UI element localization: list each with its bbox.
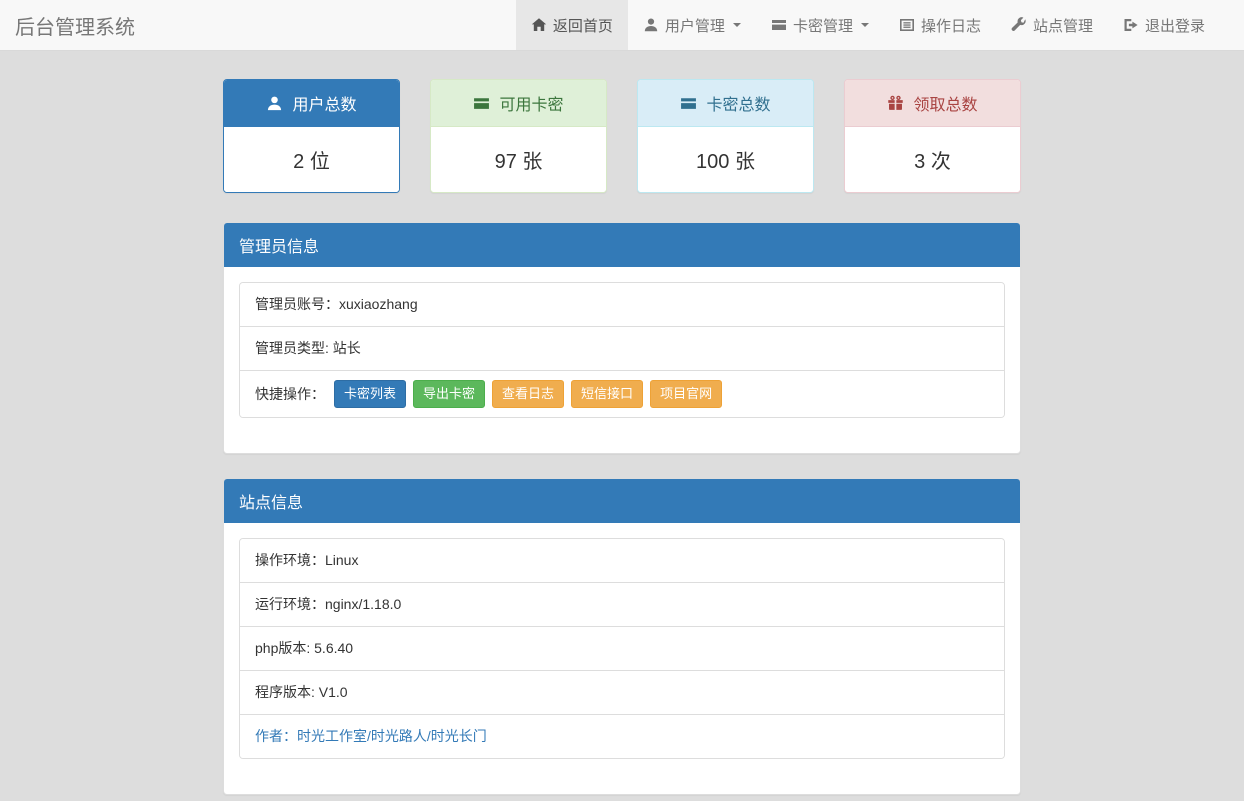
stat-card-heading: 领取总数	[845, 80, 1020, 127]
nav-item-home[interactable]: 返回首页	[516, 0, 628, 50]
stat-card-heading: 卡密总数	[638, 80, 813, 127]
app-brand[interactable]: 后台管理系统	[15, 0, 135, 50]
php-version-row: php版本: 5.6.40	[240, 627, 1004, 671]
panel-body: 操作环境：Linux 运行环境：nginx/1.18.0 php版本: 5.6.…	[224, 523, 1020, 794]
export-cards-button[interactable]: 导出卡密	[413, 380, 485, 408]
author-row: 作者：时光工作室/时光路人/时光长门	[240, 715, 1004, 758]
os-row: 操作环境：Linux	[240, 539, 1004, 583]
stat-card-title: 可用卡密	[499, 91, 563, 115]
card-list-button[interactable]: 卡密列表	[334, 380, 406, 408]
site-info-panel: 站点信息 操作环境：Linux 运行环境：nginx/1.18.0 php版本:…	[223, 478, 1021, 795]
credit-card-icon	[680, 95, 697, 112]
stat-card-users: 用户总数 2 位	[223, 79, 400, 193]
stats-row: 用户总数 2 位 可用卡密 97 张 卡密总数 100 张 领取总数 3 次	[223, 79, 1021, 193]
nav-item-logout[interactable]: 退出登录	[1108, 0, 1220, 50]
sms-api-button[interactable]: 短信接口	[571, 380, 643, 408]
stat-card-value: 2 位	[224, 127, 399, 192]
view-logs-button[interactable]: 查看日志	[492, 380, 564, 408]
stat-card-title: 用户总数	[292, 91, 356, 115]
admin-type-row: 管理员类型: 站长	[240, 327, 1004, 371]
quick-actions-label: 快捷操作：	[255, 385, 325, 404]
quick-actions-row: 快捷操作： 卡密列表 导出卡密 查看日志 短信接口 项目官网	[240, 371, 1004, 417]
credit-card-icon	[771, 17, 787, 33]
stat-card-heading: 可用卡密	[431, 80, 606, 127]
navbar-menu: 返回首页 用户管理 卡密管理 操作日志 站点管理 退出登录	[516, 0, 1220, 50]
page-content: 用户总数 2 位 可用卡密 97 张 卡密总数 100 张 领取总数 3 次	[223, 79, 1021, 795]
panel-title: 站点信息	[224, 479, 1020, 523]
panel-title: 管理员信息	[224, 223, 1020, 267]
sign-out-icon	[1123, 17, 1139, 33]
stat-card-title: 卡密总数	[706, 91, 770, 115]
top-navbar: 后台管理系统 返回首页 用户管理 卡密管理 操作日志 站点管理 退出登录	[0, 0, 1244, 51]
nav-item-label: 用户管理	[665, 15, 725, 36]
user-icon	[643, 17, 659, 33]
stat-card-heading: 用户总数	[224, 80, 399, 127]
stat-card-value: 3 次	[845, 127, 1020, 192]
credit-card-icon	[473, 95, 490, 112]
admin-info-panel: 管理员信息 管理员账号：xuxiaozhang 管理员类型: 站长 快捷操作： …	[223, 222, 1021, 454]
chevron-down-icon	[733, 23, 741, 27]
stat-card-available: 可用卡密 97 张	[430, 79, 607, 193]
nav-item-cards[interactable]: 卡密管理	[756, 0, 884, 50]
user-icon	[266, 95, 283, 112]
official-site-button[interactable]: 项目官网	[650, 380, 722, 408]
list-alt-icon	[899, 17, 915, 33]
stat-card-claimed: 领取总数 3 次	[844, 79, 1021, 193]
nav-item-logs[interactable]: 操作日志	[884, 0, 996, 50]
nav-item-label: 返回首页	[553, 15, 613, 36]
nav-item-label: 退出登录	[1145, 15, 1205, 36]
stat-card-total: 卡密总数 100 张	[637, 79, 814, 193]
nav-item-label: 操作日志	[921, 15, 981, 36]
author-link[interactable]: 作者：时光工作室/时光路人/时光长门	[255, 728, 487, 744]
nav-item-users[interactable]: 用户管理	[628, 0, 756, 50]
gift-icon	[887, 95, 904, 112]
stat-card-title: 领取总数	[913, 91, 977, 115]
nav-item-site[interactable]: 站点管理	[996, 0, 1108, 50]
chevron-down-icon	[861, 23, 869, 27]
server-row: 运行环境：nginx/1.18.0	[240, 583, 1004, 627]
nav-item-label: 卡密管理	[793, 15, 853, 36]
wrench-icon	[1011, 17, 1027, 33]
app-version-row: 程序版本: V1.0	[240, 671, 1004, 715]
stat-card-value: 97 张	[431, 127, 606, 192]
nav-item-label: 站点管理	[1033, 15, 1093, 36]
admin-account-row: 管理员账号：xuxiaozhang	[240, 283, 1004, 327]
admin-info-list: 管理员账号：xuxiaozhang 管理员类型: 站长 快捷操作： 卡密列表 导…	[239, 282, 1005, 418]
stat-card-value: 100 张	[638, 127, 813, 192]
panel-body: 管理员账号：xuxiaozhang 管理员类型: 站长 快捷操作： 卡密列表 导…	[224, 267, 1020, 453]
home-icon	[531, 17, 547, 33]
site-info-list: 操作环境：Linux 运行环境：nginx/1.18.0 php版本: 5.6.…	[239, 538, 1005, 759]
